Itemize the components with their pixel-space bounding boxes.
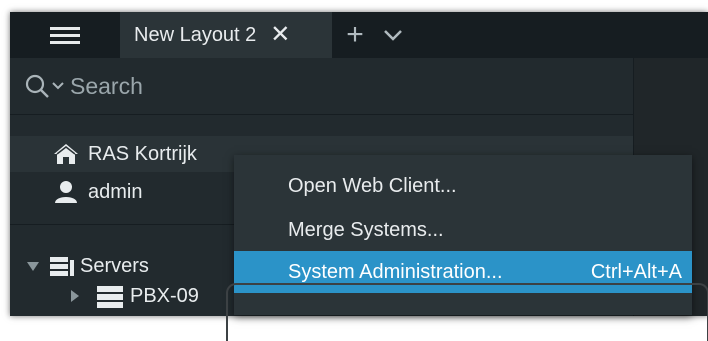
chevron-down-icon[interactable] (52, 81, 64, 91)
close-icon[interactable]: ✕ (270, 23, 290, 47)
menu-item-shortcut: Ctrl+Alt+A (590, 260, 682, 283)
top-bar: New Layout 2 ✕ + (10, 12, 708, 61)
system-name: RAS Kortrijk (88, 142, 197, 165)
tab-new-layout-2[interactable]: New Layout 2 ✕ (120, 12, 332, 61)
search-input[interactable] (70, 72, 370, 100)
tab-label: New Layout 2 (134, 23, 257, 46)
menu-item-label: Merge Systems... (288, 218, 444, 241)
chevron-down-icon[interactable] (26, 260, 40, 272)
add-tab-button[interactable]: + (340, 18, 370, 52)
home-icon (54, 144, 78, 164)
search-icon[interactable] (24, 73, 50, 99)
menu-item-label: System Administration... (288, 260, 503, 283)
user-name: admin (88, 180, 143, 203)
main-menu-button[interactable] (10, 12, 120, 58)
user-icon (55, 181, 77, 203)
servers-icon (50, 257, 74, 276)
context-menu: Open Web Client... Merge Systems... Syst… (234, 155, 692, 315)
chevron-right-icon[interactable] (70, 289, 80, 303)
server-icon (97, 286, 123, 308)
menu-item-system-administration[interactable]: System Administration... Ctrl+Alt+A (234, 251, 692, 293)
chevron-down-icon[interactable] (382, 24, 404, 46)
menu-item-label: Open Web Client... (288, 174, 457, 197)
menu-item-open-web-client[interactable]: Open Web Client... (234, 165, 692, 207)
server-name: PBX-09 (130, 284, 199, 307)
search-bar (10, 58, 633, 115)
servers-label: Servers (80, 254, 149, 277)
hamburger-icon (50, 25, 80, 45)
menu-item-merge-systems[interactable]: Merge Systems... (234, 209, 692, 251)
